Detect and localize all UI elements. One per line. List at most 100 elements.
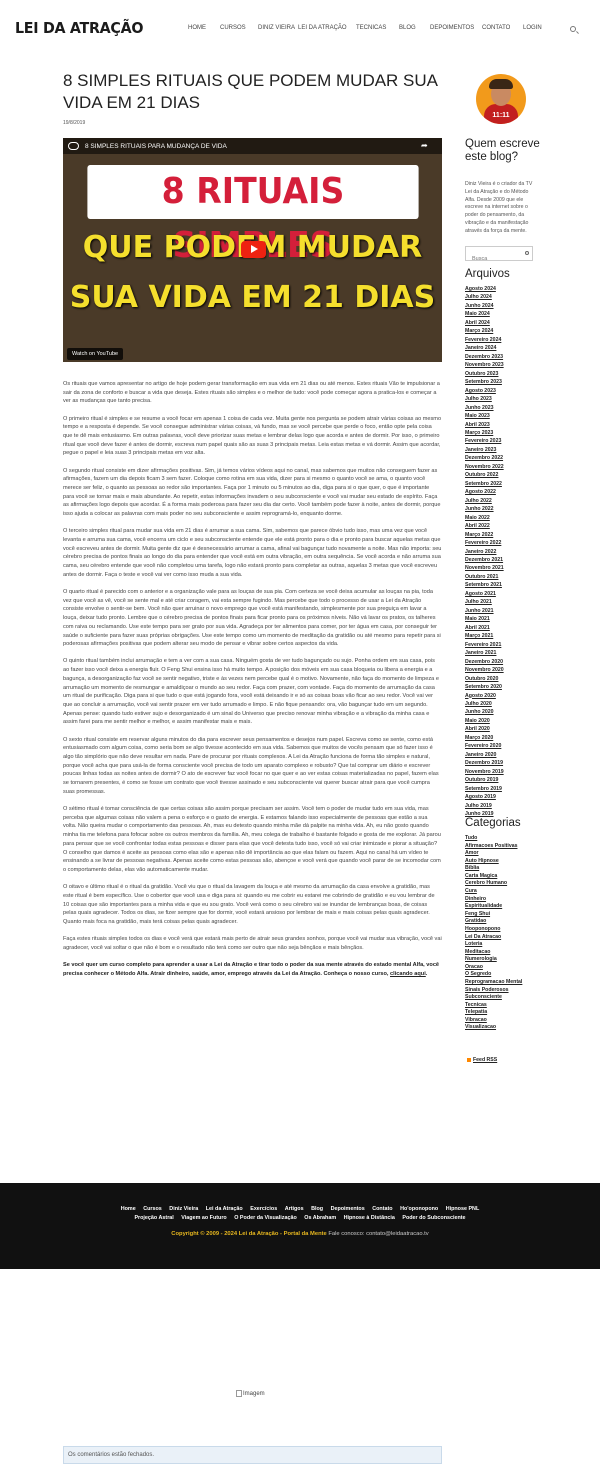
archive-link[interactable]: Maio 2024 bbox=[465, 310, 535, 318]
nav-item-login[interactable]: LOGIN bbox=[523, 25, 547, 31]
category-link[interactable]: Gratidao bbox=[465, 918, 545, 926]
category-link[interactable]: Auto Hipnose bbox=[465, 858, 545, 866]
category-link[interactable]: Afirmacoes Positivas bbox=[465, 843, 545, 851]
nav-item-depoimentos[interactable]: DEPOIMENTOS bbox=[430, 25, 482, 31]
archive-link[interactable]: Agosto 2020 bbox=[465, 692, 535, 700]
footer-link[interactable]: Home bbox=[121, 1206, 136, 1212]
archive-link[interactable]: Julho 2024 bbox=[465, 293, 535, 301]
archive-link[interactable]: Novembro 2019 bbox=[465, 768, 535, 776]
archive-link[interactable]: Janeiro 2023 bbox=[465, 446, 535, 454]
archive-link[interactable]: Junho 2024 bbox=[465, 302, 535, 310]
category-link[interactable]: Espiritualidade bbox=[465, 903, 545, 911]
play-icon[interactable] bbox=[241, 241, 266, 258]
footer-link[interactable]: Diniz Vieira bbox=[169, 1206, 198, 1212]
archive-link[interactable]: Setembro 2021 bbox=[465, 581, 535, 589]
category-link[interactable]: Sinais Poderosos bbox=[465, 987, 545, 995]
category-link[interactable]: Oracao bbox=[465, 964, 545, 972]
archive-link[interactable]: Agosto 2024 bbox=[465, 285, 535, 293]
footer-link[interactable]: Contato bbox=[372, 1206, 392, 1212]
footer-contact[interactable]: Fale conosco: contato@leidaatracao.tv bbox=[327, 1231, 428, 1237]
archive-link[interactable]: Outubro 2023 bbox=[465, 370, 535, 378]
footer-link[interactable]: O Poder da Visualização bbox=[234, 1215, 297, 1221]
archive-link[interactable]: Dezembro 2019 bbox=[465, 759, 535, 767]
category-link[interactable]: Cerebro Humano bbox=[465, 880, 545, 888]
archive-link[interactable]: Abril 2020 bbox=[465, 725, 535, 733]
archive-link[interactable]: Julho 2020 bbox=[465, 700, 535, 708]
category-link[interactable]: Numerologia bbox=[465, 956, 545, 964]
archive-link[interactable]: Julho 2022 bbox=[465, 497, 535, 505]
archive-link[interactable]: Janeiro 2021 bbox=[465, 649, 535, 657]
nav-item-home[interactable]: Home bbox=[188, 25, 220, 31]
watch-on-youtube-button[interactable]: Watch on YouTube bbox=[67, 348, 124, 360]
category-link[interactable]: Reprogramacao Mental bbox=[465, 979, 545, 987]
footer-link[interactable]: Blog bbox=[311, 1206, 323, 1212]
footer-link[interactable]: Projeção Astral bbox=[134, 1215, 173, 1221]
archive-link[interactable]: Outubro 2022 bbox=[465, 471, 535, 479]
category-link[interactable]: Bíblia bbox=[465, 865, 545, 873]
archive-link[interactable]: Maio 2023 bbox=[465, 412, 535, 420]
archive-link[interactable]: Fevereiro 2021 bbox=[465, 641, 535, 649]
category-link[interactable]: Dinheiro bbox=[465, 896, 545, 904]
archive-link[interactable]: Dezembro 2020 bbox=[465, 658, 535, 666]
archive-link[interactable]: Agosto 2023 bbox=[465, 387, 535, 395]
category-link[interactable]: Feng Shui bbox=[465, 911, 545, 919]
archive-link[interactable]: Junho 2021 bbox=[465, 607, 535, 615]
footer-link[interactable]: Poder do Subconsciente bbox=[402, 1215, 465, 1221]
archive-link[interactable]: Maio 2020 bbox=[465, 717, 535, 725]
category-link[interactable]: Lei Da Atracao bbox=[465, 934, 545, 942]
archive-link[interactable]: Agosto 2019 bbox=[465, 793, 535, 801]
search-icon[interactable] bbox=[525, 251, 529, 255]
archive-link[interactable]: Fevereiro 2023 bbox=[465, 437, 535, 445]
channel-icon[interactable] bbox=[68, 142, 79, 150]
archive-link[interactable]: Julho 2021 bbox=[465, 598, 535, 606]
archive-link[interactable]: Agosto 2022 bbox=[465, 488, 535, 496]
footer-link[interactable]: Depoimentos bbox=[331, 1206, 365, 1212]
archive-link[interactable]: Abril 2024 bbox=[465, 319, 535, 327]
archive-link[interactable]: Outubro 2021 bbox=[465, 573, 535, 581]
category-link[interactable]: Meditacao bbox=[465, 949, 545, 957]
nav-item-diniz-vieira[interactable]: DINIZ VIEIRA bbox=[258, 25, 298, 31]
category-link[interactable]: Tudo bbox=[465, 835, 545, 843]
archive-link[interactable]: Junho 2022 bbox=[465, 505, 535, 513]
archive-link[interactable]: Fevereiro 2022 bbox=[465, 539, 535, 547]
archive-link[interactable]: Março 2024 bbox=[465, 327, 535, 335]
archive-link[interactable]: Novembro 2023 bbox=[465, 361, 535, 369]
archive-link[interactable]: Novembro 2021 bbox=[465, 564, 535, 572]
archive-link[interactable]: Janeiro 2020 bbox=[465, 751, 535, 759]
category-link[interactable]: Carta Magica bbox=[465, 873, 545, 881]
nav-item-lei-da-atra-o[interactable]: LEI DA ATRAÇÃO bbox=[298, 25, 356, 31]
archive-link[interactable]: Abril 2023 bbox=[465, 421, 535, 429]
archive-link[interactable]: Abril 2021 bbox=[465, 624, 535, 632]
category-link[interactable]: Tecnicas bbox=[465, 1002, 545, 1010]
category-link[interactable]: O Segredo bbox=[465, 971, 545, 979]
category-link[interactable]: Subconsciente bbox=[465, 994, 545, 1002]
archive-link[interactable]: Abril 2022 bbox=[465, 522, 535, 530]
archive-link[interactable]: Agosto 2021 bbox=[465, 590, 535, 598]
search-icon[interactable] bbox=[570, 26, 576, 32]
category-link[interactable]: Loteria bbox=[465, 941, 545, 949]
archive-link[interactable]: Julho 2023 bbox=[465, 395, 535, 403]
footer-link[interactable]: Viagem ao Futuro bbox=[181, 1215, 226, 1221]
archive-link[interactable]: Janeiro 2022 bbox=[465, 548, 535, 556]
footer-link[interactable]: Lei da Atração bbox=[206, 1206, 243, 1212]
archive-link[interactable]: Março 2023 bbox=[465, 429, 535, 437]
archive-link[interactable]: Novembro 2022 bbox=[465, 463, 535, 471]
archive-link[interactable]: Janeiro 2024 bbox=[465, 344, 535, 352]
footer-link[interactable]: Os Abraham bbox=[304, 1215, 336, 1221]
archive-link[interactable]: Setembro 2022 bbox=[465, 480, 535, 488]
nav-item-cursos[interactable]: CURSOS bbox=[220, 25, 258, 31]
footer-link[interactable]: Ho'oponopono bbox=[400, 1206, 438, 1212]
archive-link[interactable]: Fevereiro 2024 bbox=[465, 336, 535, 344]
search-input[interactable] bbox=[466, 252, 522, 266]
nav-item-contato[interactable]: CONTATO bbox=[482, 25, 523, 31]
archive-link[interactable]: Outubro 2020 bbox=[465, 675, 535, 683]
archive-link[interactable]: Setembro 2020 bbox=[465, 683, 535, 691]
archive-link[interactable]: Setembro 2019 bbox=[465, 785, 535, 793]
cta-link[interactable]: clicando aqui bbox=[390, 971, 426, 977]
archive-link[interactable]: Outubro 2019 bbox=[465, 776, 535, 784]
video-title[interactable]: 8 SIMPLES RITUAIS PARA MUDANÇA DE VIDA bbox=[85, 143, 227, 150]
footer-link[interactable]: Hipnose PNL bbox=[446, 1206, 480, 1212]
category-link[interactable]: Cura bbox=[465, 888, 545, 896]
footer-link[interactable]: Exercícios bbox=[250, 1206, 277, 1212]
video-embed[interactable]: 8 SIMPLES RITUAIS PARA MUDANÇA DE VIDA ➦… bbox=[63, 138, 442, 362]
